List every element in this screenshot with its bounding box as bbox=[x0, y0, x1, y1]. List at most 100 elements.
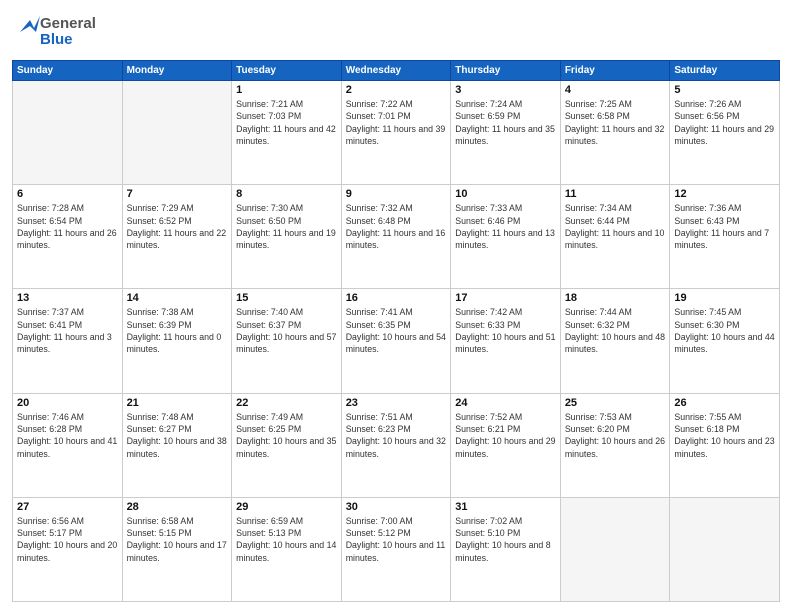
cell-day-number: 28 bbox=[127, 501, 228, 513]
calendar-week-2: 13 Sunrise: 7:37 AMSunset: 6:41 PMDayligh… bbox=[13, 289, 780, 393]
cell-day-number: 16 bbox=[346, 292, 447, 304]
svg-text:General: General bbox=[40, 15, 96, 32]
svg-text:Blue: Blue bbox=[40, 31, 73, 48]
calendar-cell: 27 Sunrise: 6:56 AMSunset: 5:17 PMDayligh… bbox=[13, 497, 123, 601]
cell-info: Sunrise: 7:53 AMSunset: 6:20 PMDaylight:… bbox=[565, 411, 666, 460]
cell-info: Sunrise: 7:52 AMSunset: 6:21 PMDaylight:… bbox=[455, 411, 556, 460]
cell-day-number: 23 bbox=[346, 397, 447, 409]
cell-day-number: 26 bbox=[674, 397, 775, 409]
cell-day-number: 19 bbox=[674, 292, 775, 304]
calendar-cell: 29 Sunrise: 6:59 AMSunset: 5:13 PMDayligh… bbox=[232, 497, 342, 601]
cell-info: Sunrise: 7:29 AMSunset: 6:52 PMDaylight:… bbox=[127, 202, 228, 251]
cell-day-number: 30 bbox=[346, 501, 447, 513]
cell-day-number: 27 bbox=[17, 501, 118, 513]
calendar-week-3: 20 Sunrise: 7:46 AMSunset: 6:28 PMDayligh… bbox=[13, 393, 780, 497]
cell-day-number: 31 bbox=[455, 501, 556, 513]
calendar-cell bbox=[122, 81, 232, 185]
cell-info: Sunrise: 7:49 AMSunset: 6:25 PMDaylight:… bbox=[236, 411, 337, 460]
cell-info: Sunrise: 6:56 AMSunset: 5:17 PMDaylight:… bbox=[17, 515, 118, 564]
calendar-cell: 3Sunrise: 7:24 AMSunset: 6:59 PMDaylight… bbox=[451, 81, 561, 185]
cell-info: Sunrise: 7:30 AMSunset: 6:50 PMDaylight:… bbox=[236, 202, 337, 251]
cell-info: Sunrise: 7:46 AMSunset: 6:28 PMDaylight:… bbox=[17, 411, 118, 460]
cell-info: Sunrise: 7:25 AMSunset: 6:58 PMDaylight:… bbox=[565, 98, 666, 147]
calendar-week-0: 1 Sunrise: 7:21 AMSunset: 7:03 PMDaylight… bbox=[13, 81, 780, 185]
calendar-cell: 23 Sunrise: 7:51 AMSunset: 6:23 PMDayligh… bbox=[341, 393, 451, 497]
cell-day-number: 6 bbox=[17, 188, 118, 200]
cell-day-number: 3 bbox=[455, 84, 556, 96]
cell-info: Sunrise: 6:58 AMSunset: 5:15 PMDaylight:… bbox=[127, 515, 228, 564]
calendar-cell: 22 Sunrise: 7:49 AMSunset: 6:25 PMDayligh… bbox=[232, 393, 342, 497]
calendar-cell: 15 Sunrise: 7:40 AMSunset: 6:37 PMDayligh… bbox=[232, 289, 342, 393]
calendar-header-tuesday: Tuesday bbox=[232, 61, 342, 81]
cell-info: Sunrise: 7:36 AMSunset: 6:43 PMDaylight:… bbox=[674, 202, 775, 251]
cell-day-number: 17 bbox=[455, 292, 556, 304]
cell-info: Sunrise: 7:45 AMSunset: 6:30 PMDaylight:… bbox=[674, 306, 775, 355]
calendar-cell: 10 Sunrise: 7:33 AMSunset: 6:46 PMDayligh… bbox=[451, 185, 561, 289]
calendar-cell: 20 Sunrise: 7:46 AMSunset: 6:28 PMDayligh… bbox=[13, 393, 123, 497]
cell-day-number: 14 bbox=[127, 292, 228, 304]
cell-day-number: 2 bbox=[346, 84, 447, 96]
calendar-cell: 28 Sunrise: 6:58 AMSunset: 5:15 PMDayligh… bbox=[122, 497, 232, 601]
calendar-cell: 26 Sunrise: 7:55 AMSunset: 6:18 PMDayligh… bbox=[670, 393, 780, 497]
cell-day-number: 21 bbox=[127, 397, 228, 409]
calendar-cell: 16Sunrise: 7:41 AMSunset: 6:35 PMDayligh… bbox=[341, 289, 451, 393]
cell-day-number: 15 bbox=[236, 292, 337, 304]
cell-day-number: 9 bbox=[346, 188, 447, 200]
cell-day-number: 8 bbox=[236, 188, 337, 200]
calendar-cell: 6 Sunrise: 7:28 AMSunset: 6:54 PMDaylight… bbox=[13, 185, 123, 289]
calendar-cell: 31 Sunrise: 7:02 AMSunset: 5:10 PMDayligh… bbox=[451, 497, 561, 601]
calendar-cell: 17 Sunrise: 7:42 AMSunset: 6:33 PMDayligh… bbox=[451, 289, 561, 393]
calendar-week-1: 6 Sunrise: 7:28 AMSunset: 6:54 PMDaylight… bbox=[13, 185, 780, 289]
calendar-cell: 11Sunrise: 7:34 AMSunset: 6:44 PMDayligh… bbox=[560, 185, 670, 289]
cell-info: Sunrise: 7:40 AMSunset: 6:37 PMDaylight:… bbox=[236, 306, 337, 355]
page: GeneralBlue SundayMondayTuesdayWednesday… bbox=[0, 0, 792, 612]
calendar-header-saturday: Saturday bbox=[670, 61, 780, 81]
calendar-cell: 24Sunrise: 7:52 AMSunset: 6:21 PMDayligh… bbox=[451, 393, 561, 497]
cell-info: Sunrise: 6:59 AMSunset: 5:13 PMDaylight:… bbox=[236, 515, 337, 564]
cell-day-number: 4 bbox=[565, 84, 666, 96]
cell-info: Sunrise: 7:44 AMSunset: 6:32 PMDaylight:… bbox=[565, 306, 666, 355]
calendar-header-sunday: Sunday bbox=[13, 61, 123, 81]
logo: GeneralBlue bbox=[12, 10, 102, 54]
cell-info: Sunrise: 7:42 AMSunset: 6:33 PMDaylight:… bbox=[455, 306, 556, 355]
header: GeneralBlue bbox=[12, 10, 780, 54]
cell-day-number: 10 bbox=[455, 188, 556, 200]
cell-info: Sunrise: 7:33 AMSunset: 6:46 PMDaylight:… bbox=[455, 202, 556, 251]
cell-day-number: 13 bbox=[17, 292, 118, 304]
cell-info: Sunrise: 7:32 AMSunset: 6:48 PMDaylight:… bbox=[346, 202, 447, 251]
calendar-header-friday: Friday bbox=[560, 61, 670, 81]
calendar-cell: 4 Sunrise: 7:25 AMSunset: 6:58 PMDaylight… bbox=[560, 81, 670, 185]
cell-info: Sunrise: 7:38 AMSunset: 6:39 PMDaylight:… bbox=[127, 306, 228, 355]
calendar-cell: 7Sunrise: 7:29 AMSunset: 6:52 PMDaylight… bbox=[122, 185, 232, 289]
cell-info: Sunrise: 7:26 AMSunset: 6:56 PMDaylight:… bbox=[674, 98, 775, 147]
cell-info: Sunrise: 7:21 AMSunset: 7:03 PMDaylight:… bbox=[236, 98, 337, 147]
cell-info: Sunrise: 7:22 AMSunset: 7:01 PMDaylight:… bbox=[346, 98, 447, 147]
cell-info: Sunrise: 7:02 AMSunset: 5:10 PMDaylight:… bbox=[455, 515, 556, 564]
calendar-cell: 19 Sunrise: 7:45 AMSunset: 6:30 PMDayligh… bbox=[670, 289, 780, 393]
cell-info: Sunrise: 7:28 AMSunset: 6:54 PMDaylight:… bbox=[17, 202, 118, 251]
cell-day-number: 5 bbox=[674, 84, 775, 96]
cell-info: Sunrise: 7:48 AMSunset: 6:27 PMDaylight:… bbox=[127, 411, 228, 460]
calendar-cell bbox=[13, 81, 123, 185]
cell-info: Sunrise: 7:51 AMSunset: 6:23 PMDaylight:… bbox=[346, 411, 447, 460]
calendar-header-row: SundayMondayTuesdayWednesdayThursdayFrid… bbox=[13, 61, 780, 81]
cell-info: Sunrise: 7:55 AMSunset: 6:18 PMDaylight:… bbox=[674, 411, 775, 460]
calendar-cell: 30 Sunrise: 7:00 AMSunset: 5:12 PMDayligh… bbox=[341, 497, 451, 601]
cell-day-number: 18 bbox=[565, 292, 666, 304]
calendar-cell: 13 Sunrise: 7:37 AMSunset: 6:41 PMDayligh… bbox=[13, 289, 123, 393]
calendar-cell: 25 Sunrise: 7:53 AMSunset: 6:20 PMDayligh… bbox=[560, 393, 670, 497]
calendar-cell: 8 Sunrise: 7:30 AMSunset: 6:50 PMDaylight… bbox=[232, 185, 342, 289]
calendar-header-wednesday: Wednesday bbox=[341, 61, 451, 81]
cell-day-number: 29 bbox=[236, 501, 337, 513]
calendar-header-monday: Monday bbox=[122, 61, 232, 81]
cell-info: Sunrise: 7:00 AMSunset: 5:12 PMDaylight:… bbox=[346, 515, 447, 564]
cell-info: Sunrise: 7:37 AMSunset: 6:41 PMDaylight:… bbox=[17, 306, 118, 355]
cell-day-number: 22 bbox=[236, 397, 337, 409]
calendar-cell: 12 Sunrise: 7:36 AMSunset: 6:43 PMDayligh… bbox=[670, 185, 780, 289]
logo-svg: GeneralBlue bbox=[12, 10, 102, 54]
cell-day-number: 20 bbox=[17, 397, 118, 409]
cell-day-number: 25 bbox=[565, 397, 666, 409]
cell-day-number: 12 bbox=[674, 188, 775, 200]
cell-day-number: 1 bbox=[236, 84, 337, 96]
calendar-cell: 2 Sunrise: 7:22 AMSunset: 7:01 PMDaylight… bbox=[341, 81, 451, 185]
